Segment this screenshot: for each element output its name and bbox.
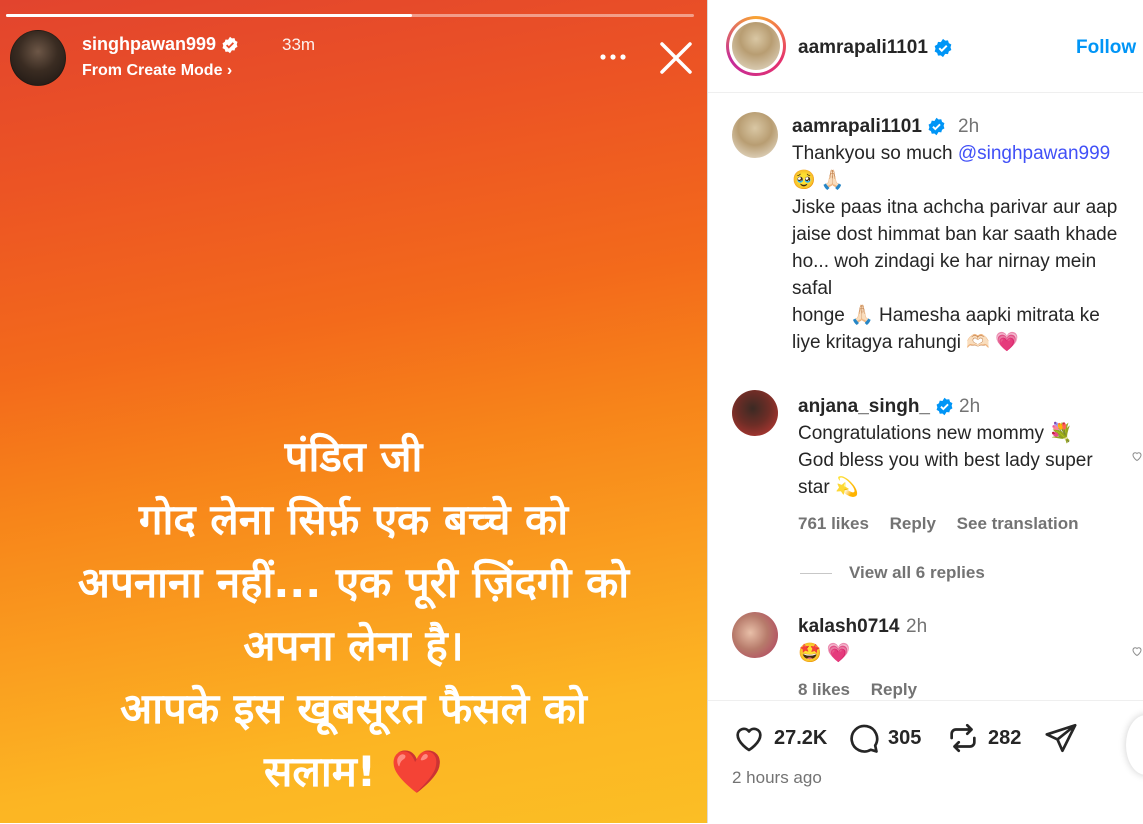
comment-line-text: Thankyou so much — [792, 143, 958, 164]
story-avatar[interactable] — [10, 30, 66, 86]
story-username[interactable]: singhpawan999 — [82, 34, 239, 55]
reply-button[interactable]: Reply — [890, 514, 936, 533]
story-username-text[interactable]: singhpawan999 — [82, 34, 216, 54]
view-replies-button[interactable]: View all 6 replies — [849, 563, 985, 583]
replies-divider — [800, 573, 832, 574]
mention-link[interactable]: @singhpawan999 — [958, 143, 1110, 164]
story-progress-bar — [6, 14, 694, 17]
share-icon[interactable] — [1044, 721, 1078, 755]
comment-line: Thankyou so much @singhpawan999 — [792, 140, 1117, 167]
comment-username-text[interactable]: kalash0714 — [798, 616, 899, 637]
verified-icon — [936, 398, 953, 416]
comment-username[interactable]: aamrapali1101 — [792, 116, 946, 138]
comment-line: safal — [792, 278, 833, 299]
comment-meta: 761 likes Reply See translation — [798, 514, 1095, 534]
like-total: 27.2K — [774, 726, 828, 749]
comment-time: 2h — [958, 116, 980, 137]
share-action[interactable] — [1044, 721, 1086, 755]
repost-total: 282 — [988, 726, 1022, 749]
comment-username[interactable]: kalash0714 — [798, 616, 899, 638]
avatar[interactable] — [732, 390, 778, 436]
comment-time: 2h — [906, 616, 928, 637]
story-line: अपना लेना है। — [243, 621, 464, 670]
story-line: सलाम! ❤️ — [264, 747, 443, 796]
comment-username-text[interactable]: anjana_singh_ — [798, 396, 930, 417]
comment-line: 🥹 🙏🏻 — [792, 170, 845, 191]
repost-icon[interactable] — [946, 721, 980, 755]
comment-line: 🤩 💗 — [798, 643, 851, 664]
story-line: गोद लेना सिर्फ़ एक बच्चे को — [138, 495, 569, 544]
story-progress-fill — [6, 14, 412, 17]
comment-time: 2h — [959, 396, 981, 417]
comment-text: Congratulations new mommy 💐 God bless yo… — [798, 420, 1093, 501]
story-line: आपके इस खूबसूरत फैसले को — [120, 684, 587, 733]
comment-meta: 8 likes Reply — [798, 680, 933, 700]
story-line: अपनाना नहीं... एक पूरी ज़िंदगी को — [77, 558, 630, 607]
comment-text: Thankyou so much @singhpawan999 🥹 🙏🏻 Jis… — [792, 140, 1117, 356]
story-subtitle[interactable]: From Create Mode › — [82, 62, 232, 80]
comment-total: 305 — [888, 726, 922, 749]
post-actions: 27.2K 305 282 2 hours ago — [708, 700, 1143, 824]
more-options-icon[interactable] — [596, 44, 630, 70]
comment-text: 🤩 💗 — [798, 640, 851, 667]
avatar[interactable] — [732, 112, 778, 158]
post-username-text[interactable]: aamrapali1101 — [798, 37, 928, 58]
heart-icon[interactable] — [732, 721, 766, 755]
comment-line: Jiske paas itna achcha parivar aur aap — [792, 197, 1118, 218]
comment-line: God bless you with best lady super — [798, 450, 1093, 471]
like-comment-icon[interactable] — [1131, 450, 1143, 462]
verified-icon — [222, 37, 238, 54]
close-icon[interactable] — [656, 38, 696, 78]
comment-action[interactable]: 305 — [846, 721, 921, 755]
like-count[interactable]: 8 likes — [798, 680, 850, 699]
comment-line: honge 🙏🏻 Hamesha aapki mitrata ke — [792, 305, 1100, 326]
story-text: पंडित जी गोद लेना सिर्फ़ एक बच्चे को अपन… — [40, 425, 667, 803]
post-panel: aamrapali1101 Follow aamrapali1101 2h Th… — [708, 0, 1143, 824]
reply-button[interactable]: Reply — [871, 680, 917, 699]
like-action[interactable]: 27.2K — [732, 721, 827, 755]
story-header: singhpawan999 33m From Create Mode › — [10, 30, 697, 86]
comment-line: ho... woh zindagi ke har nirnay mein — [792, 251, 1097, 272]
follow-button[interactable]: Follow — [1076, 37, 1136, 59]
avatar[interactable] — [732, 612, 778, 658]
verified-icon — [928, 118, 945, 136]
comment-icon[interactable] — [846, 721, 880, 755]
comment-line: star 💫 — [798, 477, 859, 498]
see-translation-button[interactable]: See translation — [957, 514, 1079, 533]
scroll-button[interactable] — [1126, 715, 1143, 775]
post-header: aamrapali1101 Follow — [708, 0, 1143, 93]
comment-username[interactable]: anjana_singh_ — [798, 396, 954, 418]
verified-icon — [934, 38, 952, 58]
comment-line: Congratulations new mommy 💐 — [798, 423, 1073, 444]
post-time: 2 hours ago — [732, 768, 822, 787]
like-comment-icon[interactable] — [1131, 645, 1143, 657]
story-line: पंडित जी — [284, 432, 423, 481]
repost-action[interactable]: 282 — [946, 721, 1021, 755]
comment-line: liye kritagya rahungi 🫶🏻 💗 — [792, 332, 1019, 353]
like-count[interactable]: 761 likes — [798, 514, 869, 533]
comment-line: jaise dost himmat ban kar saath khade — [792, 224, 1118, 245]
post-avatar[interactable] — [726, 16, 786, 76]
post-username[interactable]: aamrapali1101 — [798, 37, 953, 59]
story-time: 33m — [282, 35, 316, 54]
story-viewer[interactable]: singhpawan999 33m From Create Mode › पंड… — [0, 0, 707, 823]
comment-username-text[interactable]: aamrapali1101 — [792, 116, 922, 137]
